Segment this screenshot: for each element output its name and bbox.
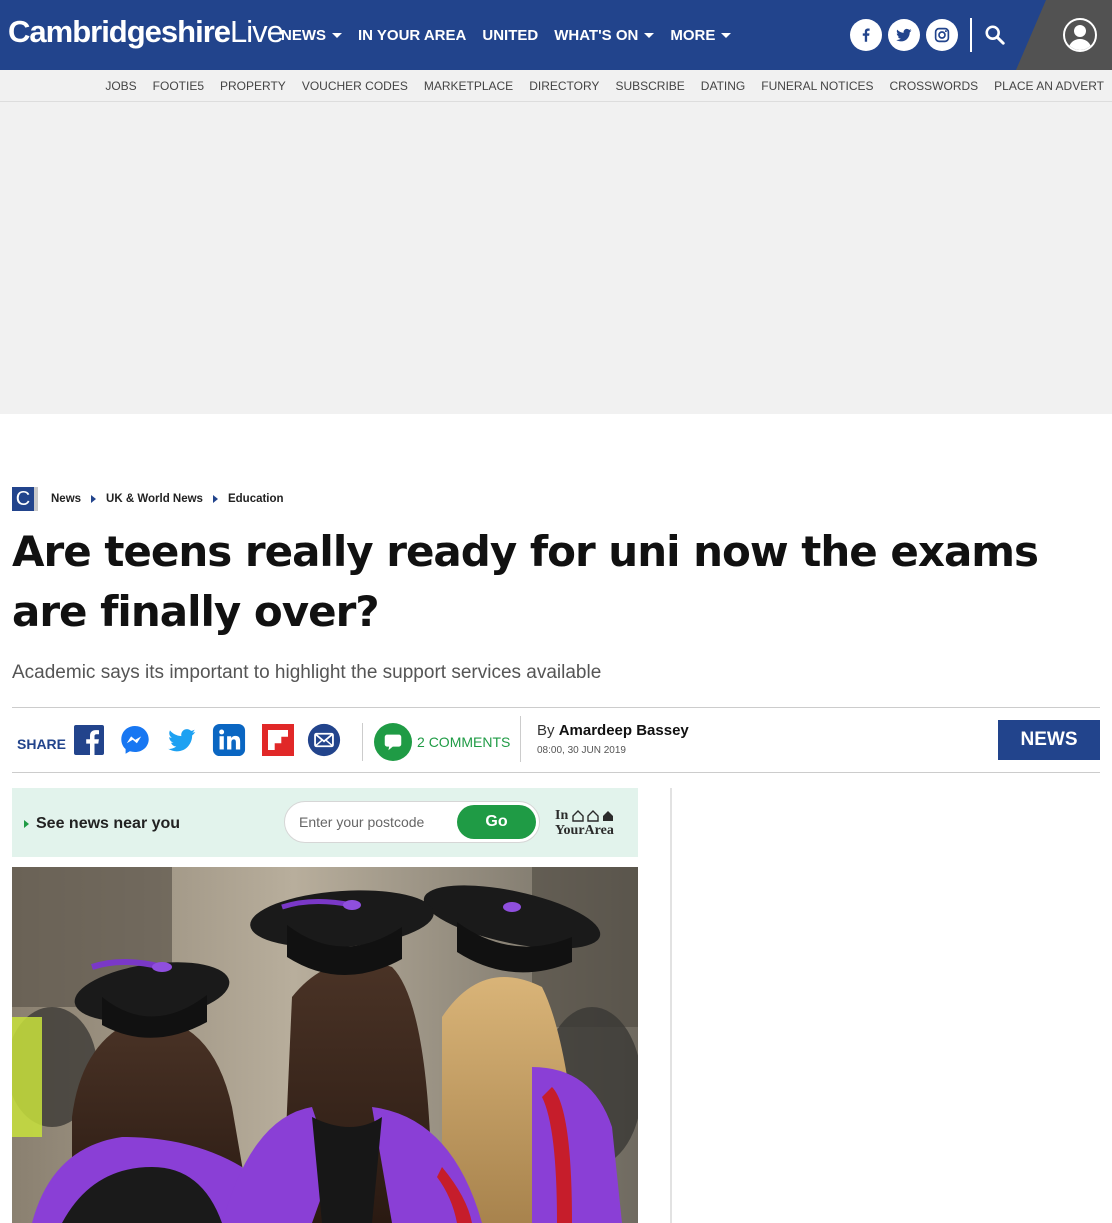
comments-icon[interactable]	[374, 723, 412, 761]
facebook-share-icon[interactable]	[72, 723, 106, 757]
postcode-form: Go	[284, 801, 540, 843]
chevron-right-icon	[91, 495, 97, 503]
subnav-item-jobs[interactable]: JOBS	[105, 79, 136, 93]
breadcrumb: C News UK & World News Education	[12, 487, 284, 511]
breadcrumb-item-news[interactable]: News	[51, 493, 81, 505]
byline-divider	[520, 716, 521, 762]
subnav-item-marketplace[interactable]: MARKETPLACE	[424, 79, 513, 93]
share-divider	[362, 723, 363, 761]
instagram-icon[interactable]	[926, 19, 958, 51]
caret-right-icon	[24, 820, 29, 828]
nav-item-whats-on[interactable]: WHAT'S ON	[554, 26, 655, 44]
nav-item-in-your-area[interactable]: IN YOUR AREA	[358, 27, 466, 44]
nav-item-label: MORE	[670, 26, 716, 44]
logo-line1-text: In	[555, 808, 569, 823]
share-label: SHARE	[17, 736, 67, 752]
chevron-right-icon	[212, 495, 218, 503]
section-badge[interactable]: NEWS	[998, 720, 1100, 760]
share-bar: SHARE 2 COMMENTS By Amardeep Bassey 08:0…	[12, 707, 1100, 773]
account-icon[interactable]	[1063, 18, 1097, 52]
brand-mark[interactable]: C	[12, 487, 38, 511]
chevron-down-icon	[644, 32, 655, 38]
site-header: CambridgeshireLive NEWS IN YOUR AREA UNI…	[0, 0, 1112, 70]
subnav-item-place-an-advert[interactable]: PLACE AN ADVERT	[994, 79, 1104, 93]
site-logo[interactable]: CambridgeshireLive	[8, 14, 284, 50]
subnav-item-crosswords[interactable]: CROSSWORDS	[890, 79, 979, 93]
in-your-area-logo-line1: In	[555, 808, 627, 823]
comments-link[interactable]: 2 COMMENTS	[417, 734, 510, 750]
subnav-item-property[interactable]: PROPERTY	[220, 79, 286, 93]
comments-count: 2	[417, 734, 425, 750]
postcode-go-button[interactable]: Go	[457, 805, 536, 839]
subnav-item-voucher-codes[interactable]: VOUCHER CODES	[302, 79, 408, 93]
subnav-item-dating[interactable]: DATING	[701, 79, 745, 93]
article-standfirst: Academic says its important to highlight…	[12, 662, 602, 683]
secondary-nav: JOBS FOOTIE5 PROPERTY VOUCHER CODES MARK…	[0, 70, 1112, 102]
flipboard-share-icon[interactable]	[261, 723, 295, 757]
logo-bold-text: Cambridgeshire	[8, 14, 231, 49]
chevron-down-icon	[332, 32, 342, 38]
email-share-icon[interactable]	[307, 723, 341, 757]
subnav-item-subscribe[interactable]: SUBSCRIBE	[615, 79, 684, 93]
nav-item-label: UNITED	[482, 26, 539, 44]
article-hero-image	[12, 867, 638, 1223]
article-headline: Are teens really ready for uni now the e…	[12, 527, 1039, 636]
subnav-item-directory[interactable]: DIRECTORY	[529, 79, 599, 93]
twitter-icon[interactable]	[888, 19, 920, 51]
byline: By Amardeep Bassey	[537, 722, 689, 739]
linkedin-share-icon[interactable]	[212, 723, 246, 757]
in-your-area-label-row: See news near you	[24, 815, 180, 833]
breadcrumb-item-education[interactable]: Education	[228, 493, 284, 505]
subnav-item-footie5[interactable]: FOOTIE5	[153, 79, 204, 93]
in-your-area-label: See news near you	[36, 815, 181, 832]
chevron-down-icon	[721, 32, 732, 38]
in-your-area-widget: See news near you Go In YourArea	[12, 788, 638, 857]
in-your-area-logo[interactable]: In YourArea	[555, 808, 627, 838]
facebook-icon[interactable]	[850, 19, 882, 51]
comments-label: COMMENTS	[428, 734, 511, 750]
byline-prefix: By	[537, 722, 555, 739]
subnav-item-funeral-notices[interactable]: FUNERAL NOTICES	[761, 79, 873, 93]
logo-line2-text: YourArea	[555, 823, 614, 838]
header-divider	[970, 18, 972, 52]
nav-item-more[interactable]: MORE	[670, 26, 732, 44]
postcode-input[interactable]	[299, 812, 449, 832]
nav-item-news[interactable]: NEWS	[281, 27, 342, 44]
search-icon[interactable]	[980, 20, 1010, 50]
nav-item-label: NEWS	[281, 26, 326, 44]
breadcrumb-item-uk-world-news[interactable]: UK & World News	[106, 493, 203, 505]
twitter-share-icon[interactable]	[165, 723, 199, 757]
nav-item-label: IN YOUR AREA	[358, 26, 467, 44]
right-rail-divider	[670, 788, 672, 1223]
houses-icon	[572, 809, 614, 822]
logo-light-text: Live	[230, 14, 284, 49]
author-link[interactable]: Amardeep Bassey	[559, 722, 689, 739]
nav-item-label: WHAT'S ON	[554, 26, 639, 44]
nav-item-united[interactable]: UNITED	[482, 27, 538, 44]
publish-date: 08:00, 30 JUN 2019	[537, 745, 626, 756]
messenger-share-icon[interactable]	[118, 723, 152, 757]
advert-slot	[0, 102, 1112, 414]
main-nav: NEWS IN YOUR AREA UNITED WHAT'S ON MORE	[281, 0, 747, 70]
secondary-nav-list: JOBS FOOTIE5 PROPERTY VOUCHER CODES MARK…	[89, 70, 1104, 101]
